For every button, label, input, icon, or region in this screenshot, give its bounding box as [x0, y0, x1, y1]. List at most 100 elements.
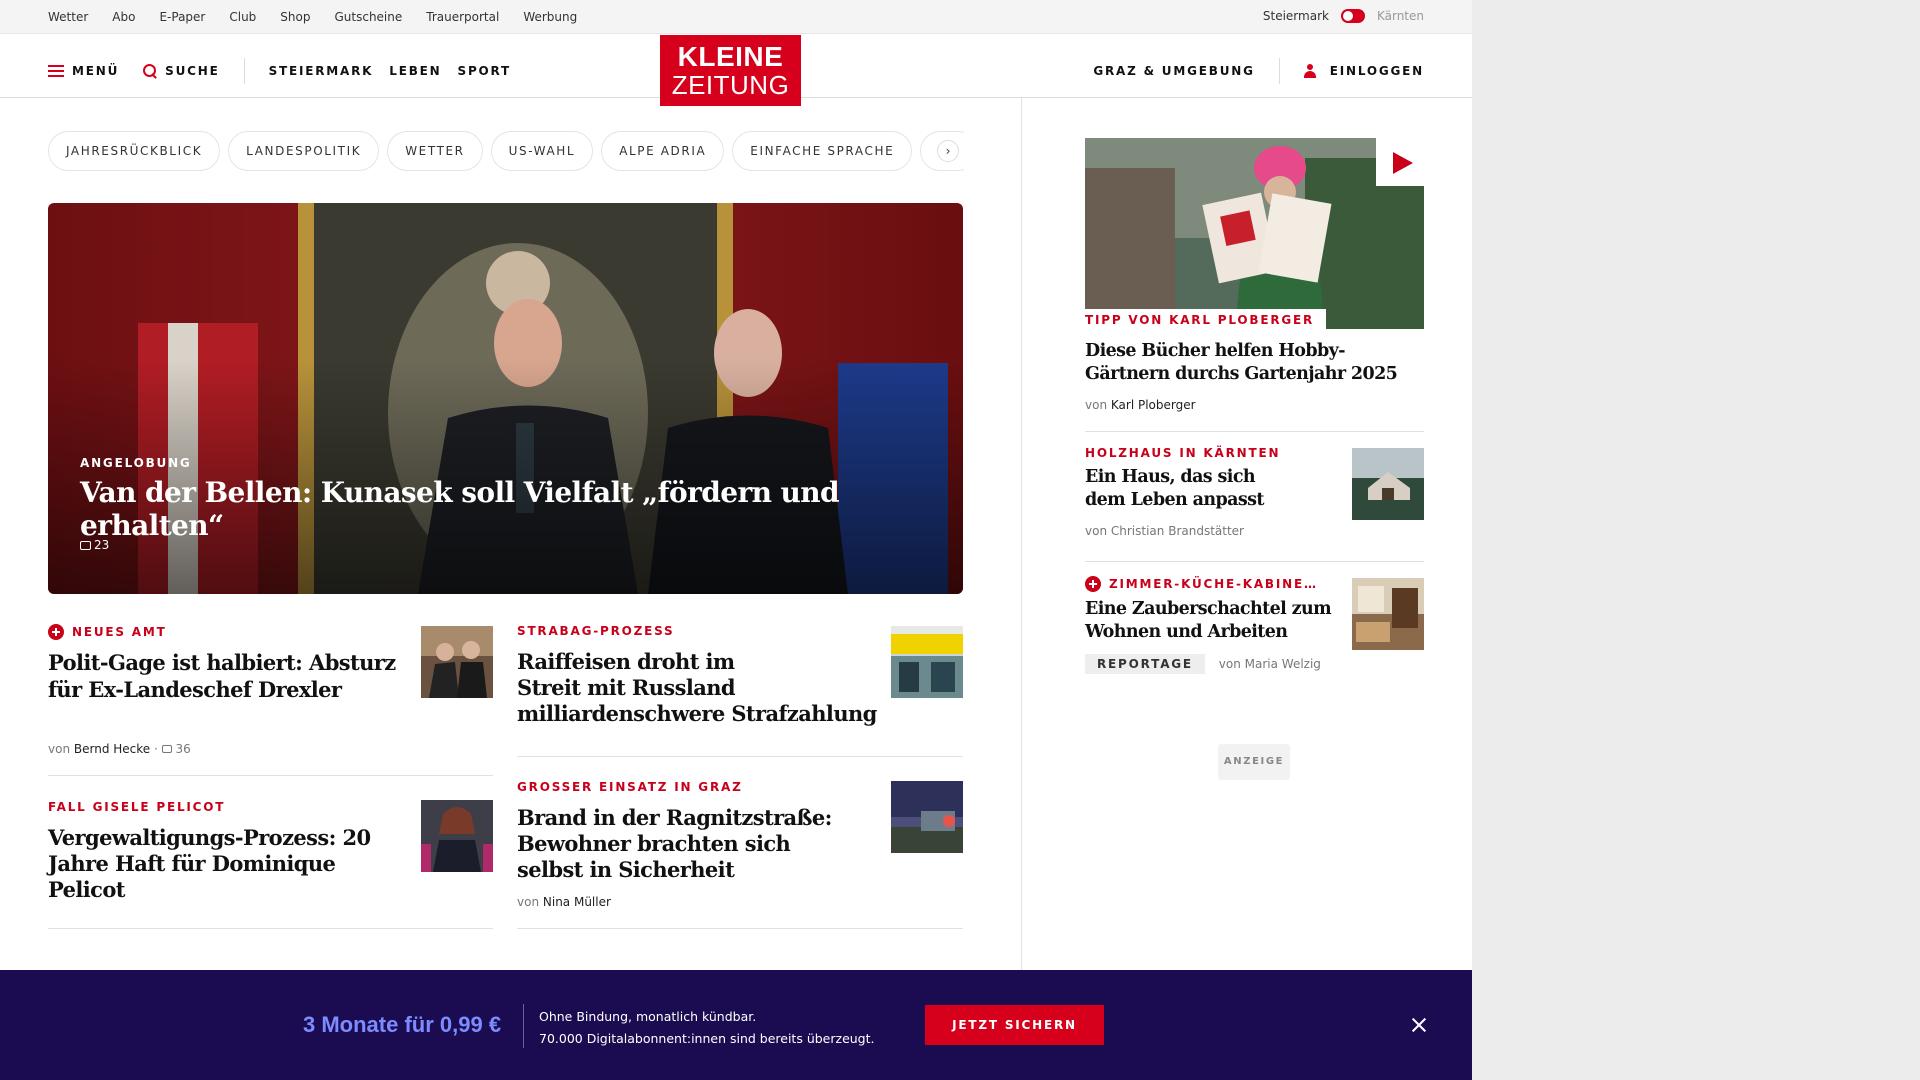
hamburger-icon — [48, 65, 64, 77]
offer-price: 3 Monate für 0,99 € — [303, 1012, 502, 1037]
article-title: Diese Bücher helfen Hobby- Gärtnern durc… — [1085, 340, 1424, 386]
offer-text: Ohne Bindung, monatlich kündbar. 70.000 … — [539, 1006, 875, 1050]
article-title-line: Brand in der Ragnitzstraße: — [517, 805, 832, 830]
article-card[interactable]: NEUES AMT Polit-Gage ist halbiert: Abstu… — [48, 624, 398, 703]
login-button[interactable]: EINLOGGEN — [1303, 64, 1424, 78]
divider — [48, 928, 493, 929]
tag-landespolitik[interactable]: LANDESPOLITIK — [228, 131, 380, 171]
search-icon — [143, 64, 157, 78]
secondary-nav: GRAZ & UMGEBUNG EINLOGGEN — [1093, 58, 1424, 84]
article-kicker-text: HOLZHAUS IN KÄRNTEN — [1085, 446, 1281, 460]
nav-divider — [243, 58, 245, 84]
article-title: Polit-Gage ist halbiert: Absturz für Ex-… — [48, 649, 398, 703]
empty-background — [1472, 0, 1920, 1080]
article-title: Vergewaltigungs-Prozess: 20 Jahre Haft f… — [48, 825, 418, 903]
article-title-line: Gärtnern durchs Gartenjahr 2025 — [1085, 364, 1398, 384]
sidebar-feature-image[interactable] — [1085, 138, 1424, 329]
article-thumbnail[interactable] — [891, 626, 963, 698]
sidebar-kicker-box: TIPP VON KARL PLOBERGER — [1085, 309, 1327, 329]
utility-link-shop[interactable]: Shop — [280, 10, 310, 24]
utility-link-wetter[interactable]: Wetter — [48, 10, 88, 24]
utility-link-epaper[interactable]: E-Paper — [159, 10, 205, 24]
tag-alpe-adria[interactable]: ALPE ADRIA — [601, 131, 725, 171]
offer-line: Ohne Bindung, monatlich kündbar. — [539, 1009, 757, 1024]
tag-jahresrueckblick[interactable]: JAHRESRÜCKBLICK — [48, 131, 221, 171]
menu-label: MENÜ — [72, 64, 120, 78]
utility-link-werbung[interactable]: Werbung — [523, 10, 577, 24]
sidebar-article[interactable]: Diese Bücher helfen Hobby- Gärtnern durc… — [1085, 340, 1424, 412]
search-button[interactable]: SUCHE — [143, 64, 219, 78]
article-byline: REPORTAGE von Maria Welzig — [1085, 654, 1345, 674]
sidebar-article[interactable]: ZIMMER-KÜCHE-KABINE… Eine Zauberschachte… — [1085, 576, 1345, 674]
search-label: SUCHE — [165, 64, 220, 78]
subscription-banner: 3 Monate für 0,99 € Ohne Bindung, monatl… — [0, 970, 1472, 1080]
site-logo[interactable]: KLEINE ZEITUNG — [660, 35, 801, 106]
comment-icon — [161, 745, 172, 753]
region-switch: Steiermark Kärnten — [1263, 9, 1424, 23]
author-link[interactable]: Nina Müller — [543, 895, 611, 909]
utility-link-trauerportal[interactable]: Trauerportal — [426, 10, 499, 24]
article-title: Raiffeisen droht im Streit mit Russland … — [517, 649, 877, 727]
region-kaernten[interactable]: Kärnten — [1377, 9, 1424, 23]
article-card[interactable]: STRABAG-PROZESS Raiffeisen droht im Stre… — [517, 624, 877, 727]
author-link[interactable]: Bernd Hecke — [74, 742, 150, 756]
article-thumbnail[interactable] — [1352, 448, 1424, 520]
article-thumbnail[interactable] — [421, 626, 493, 698]
article-kicker: GROSSER EINSATZ IN GRAZ — [517, 780, 877, 794]
article-byline: von Karl Ploberger — [1085, 398, 1424, 412]
byline-prefix: von — [1085, 524, 1108, 538]
author-link[interactable]: Maria Welzig — [1245, 657, 1321, 671]
plus-icon — [1085, 576, 1101, 592]
primary-nav: MENÜ SUCHE STEIERMARK LEBEN SPORT — [48, 58, 511, 84]
region-toggle[interactable] — [1340, 9, 1365, 23]
article-byline: von Christian Brandstätter — [1085, 524, 1325, 538]
nav-sport[interactable]: SPORT — [458, 64, 512, 78]
article-kicker: HOLZHAUS IN KÄRNTEN — [1085, 446, 1325, 460]
nav-steiermark[interactable]: STEIERMARK — [269, 64, 374, 78]
article-title-line: Bewohner brachten sich — [517, 831, 791, 856]
article-thumbnail[interactable] — [891, 781, 963, 853]
byline-prefix: von — [48, 742, 71, 756]
sidebar-article[interactable]: HOLZHAUS IN KÄRNTEN Ein Haus, das sich d… — [1085, 446, 1325, 538]
article-title-line: für Ex-Landeschef Drexler — [48, 677, 342, 702]
column-divider — [1021, 98, 1022, 998]
tag-wetter[interactable]: WETTER — [387, 131, 483, 171]
menu-button[interactable]: MENÜ — [48, 64, 119, 78]
offer-line: 70.000 Digitalabonnent:innen sind bereit… — [539, 1031, 875, 1046]
article-kicker: NEUES AMT — [48, 624, 398, 640]
tag-us-wahl[interactable]: US-WAHL — [490, 131, 594, 171]
reportage-badge: REPORTAGE — [1085, 654, 1205, 674]
article-title-line: Streit mit Russland — [517, 675, 736, 700]
comment-count: 36 — [175, 742, 191, 756]
divider — [517, 756, 963, 757]
tag-einfache-sprache[interactable]: EINFACHE SPRACHE — [732, 131, 913, 171]
hero-article[interactable]: ANGELOBUNG Van der Bellen: Kunasek soll … — [48, 203, 963, 594]
user-icon — [1303, 64, 1316, 78]
tags-next-button[interactable]: › — [937, 140, 959, 162]
utility-link-club[interactable]: Club — [229, 10, 256, 24]
play-icon[interactable] — [1376, 138, 1424, 186]
comment-icon — [80, 540, 91, 550]
region-steiermark[interactable]: Steiermark — [1263, 9, 1329, 23]
utility-link-gutscheine[interactable]: Gutscheine — [334, 10, 402, 24]
article-card[interactable]: FALL GISELE PELICOT Vergewaltigungs-Proz… — [48, 800, 418, 903]
article-title: Brand in der Ragnitzstraße: Bewohner bra… — [517, 805, 877, 883]
article-thumbnail[interactable] — [1352, 578, 1424, 650]
hero-kicker: ANGELOBUNG — [80, 456, 192, 470]
author-link[interactable]: Karl Ploberger — [1111, 398, 1196, 412]
article-title-line: Vergewaltigungs-Prozess: 20 — [48, 825, 371, 850]
article-thumbnail[interactable] — [421, 800, 493, 872]
close-icon[interactable] — [1409, 1015, 1429, 1035]
utility-link-abo[interactable]: Abo — [112, 10, 135, 24]
article-card[interactable]: GROSSER EINSATZ IN GRAZ Brand in der Rag… — [517, 780, 877, 909]
article-kicker: ZIMMER-KÜCHE-KABINE… — [1085, 576, 1345, 592]
article-kicker: FALL GISELE PELICOT — [48, 800, 418, 814]
nav-leben[interactable]: LEBEN — [389, 64, 441, 78]
subscribe-button[interactable]: JETZT SICHERN — [925, 1005, 1104, 1045]
hero-comments[interactable]: 23 — [80, 538, 109, 552]
article-title: Eine Zauberschachtel zum Wohnen und Arbe… — [1085, 598, 1345, 644]
location-link[interactable]: GRAZ & UMGEBUNG — [1093, 64, 1254, 78]
author-link[interactable]: Christian Brandstätter — [1111, 524, 1244, 538]
utility-links: Wetter Abo E-Paper Club Shop Gutscheine … — [48, 10, 577, 24]
article-title-line: Diese Bücher helfen Hobby- — [1085, 341, 1345, 361]
